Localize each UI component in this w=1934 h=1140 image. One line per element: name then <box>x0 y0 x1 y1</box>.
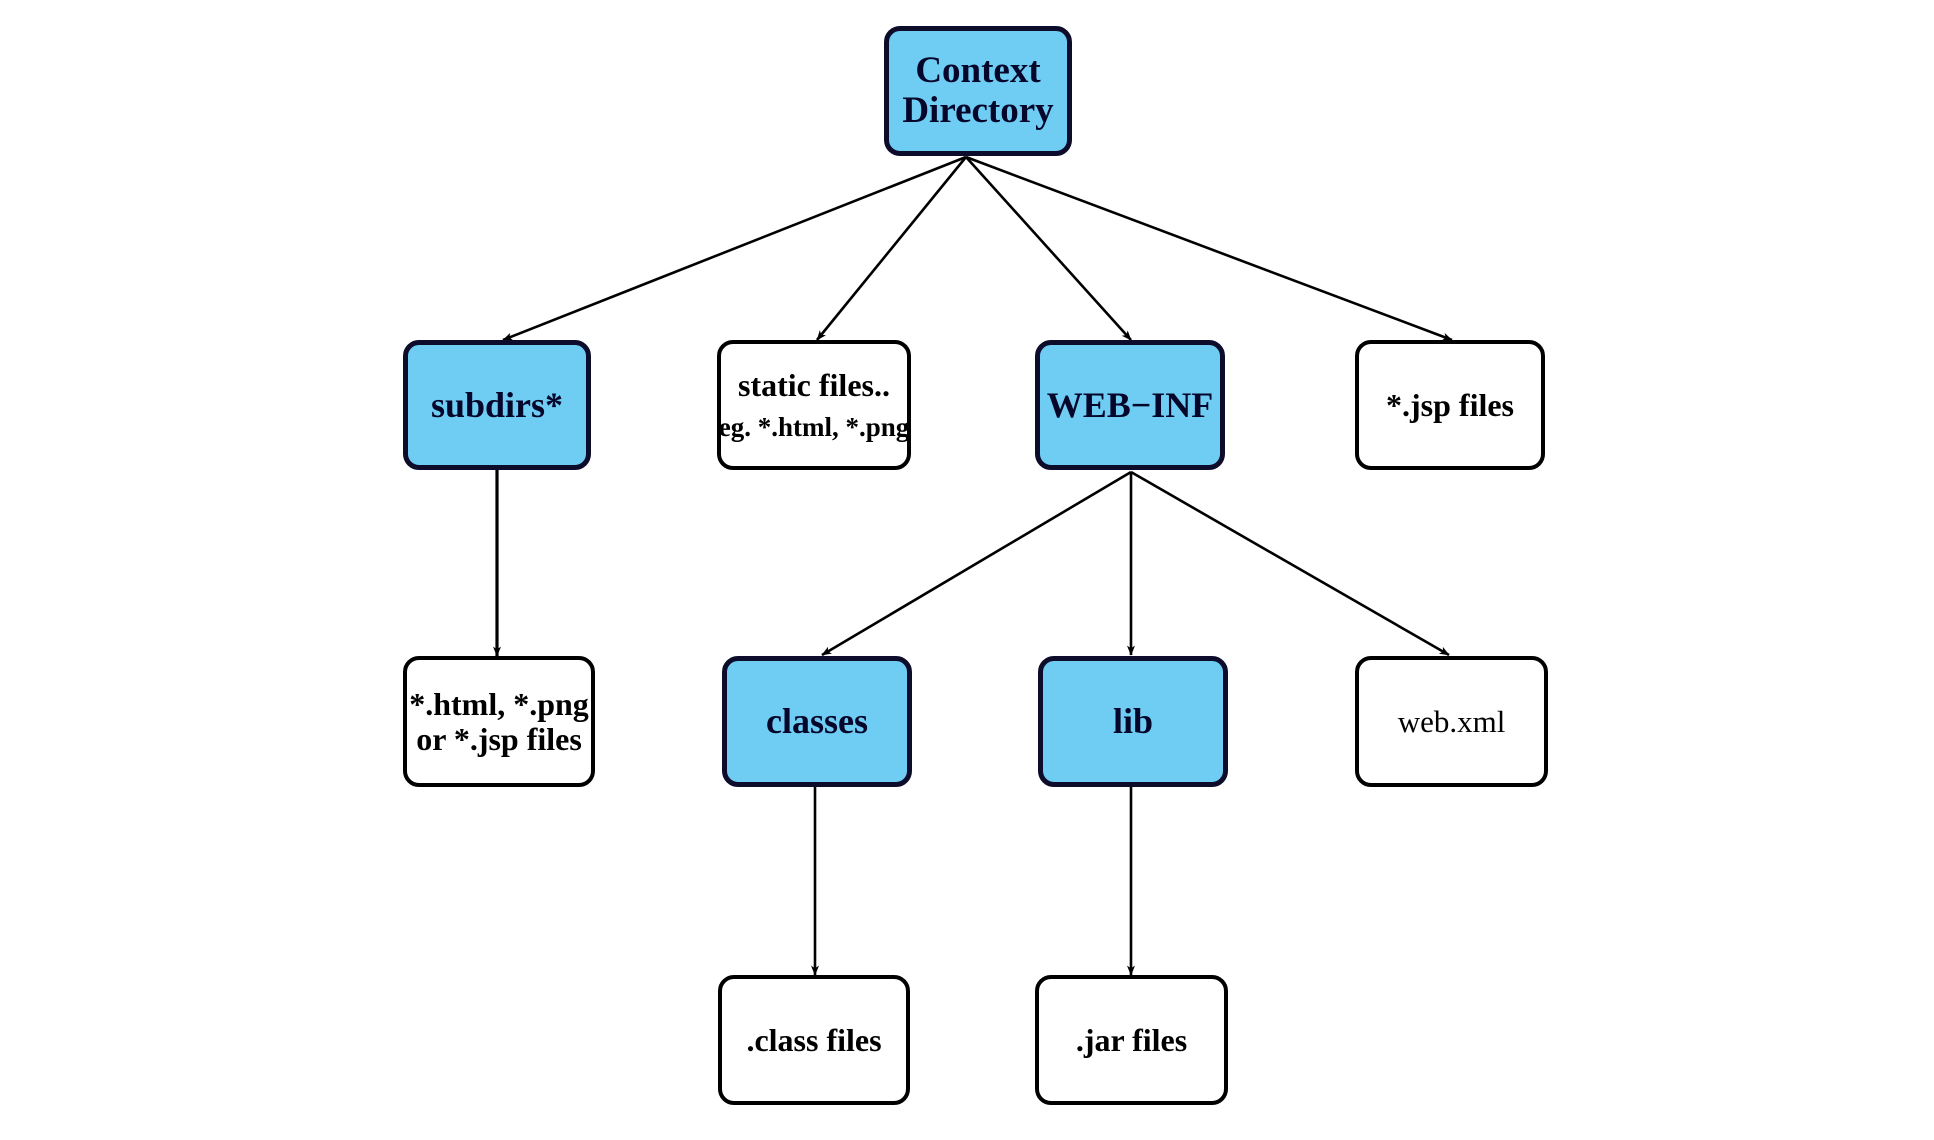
node-context-directory-line2: Directory <box>902 90 1054 131</box>
edge-root-to-subdirs <box>502 155 967 342</box>
node-lib-label: lib <box>1112 701 1154 742</box>
node-static-files-line1: static files.. <box>738 367 890 404</box>
node-classes-label: classes <box>766 701 868 742</box>
node-lib[interactable]: lib <box>1038 656 1228 787</box>
node-subdir-contents[interactable]: *.html, *.png or *.jsp files <box>403 656 595 787</box>
node-subdir-contents-line2: or *.jsp files <box>416 720 582 757</box>
node-subdirs-label: subdirs* <box>430 384 564 425</box>
node-subdirs[interactable]: subdirs* <box>403 340 591 470</box>
node-class-files-label: .class files <box>746 1021 882 1058</box>
node-jsp-files[interactable]: *.jsp files <box>1355 340 1545 470</box>
edge-root-to-web-inf <box>965 156 1132 341</box>
edge-root-to-jsp-files <box>965 155 1453 342</box>
node-context-directory[interactable]: Context Directory <box>884 26 1072 156</box>
node-web-inf-label: WEB−INF <box>1046 384 1214 425</box>
edge-web-inf-to-classes <box>821 470 1132 657</box>
node-jsp-files-label: *.jsp files <box>1386 386 1514 423</box>
node-jar-files[interactable]: .jar files <box>1035 975 1228 1105</box>
node-subdir-contents-line1: *.html, *.png <box>409 685 589 722</box>
node-classes[interactable]: classes <box>722 656 912 787</box>
node-class-files[interactable]: .class files <box>718 975 910 1105</box>
node-static-files-line2: eg. *.html, *.png <box>718 411 910 442</box>
node-static-files[interactable]: static files.. eg. *.html, *.png <box>717 340 911 470</box>
edge-layer <box>493 155 1453 976</box>
node-jar-files-label: .jar files <box>1075 1021 1188 1058</box>
edge-root-to-static-files <box>815 156 968 341</box>
node-web-inf[interactable]: WEB−INF <box>1035 340 1225 470</box>
node-context-directory-line1: Context <box>915 50 1041 92</box>
edge-web-inf-to-web-xml <box>1130 470 1450 657</box>
diagram-canvas: Context Directory subdirs* static files.… <box>0 0 1934 1140</box>
node-web-xml-label: web.xml <box>1397 703 1506 739</box>
node-web-xml[interactable]: web.xml <box>1355 656 1548 787</box>
